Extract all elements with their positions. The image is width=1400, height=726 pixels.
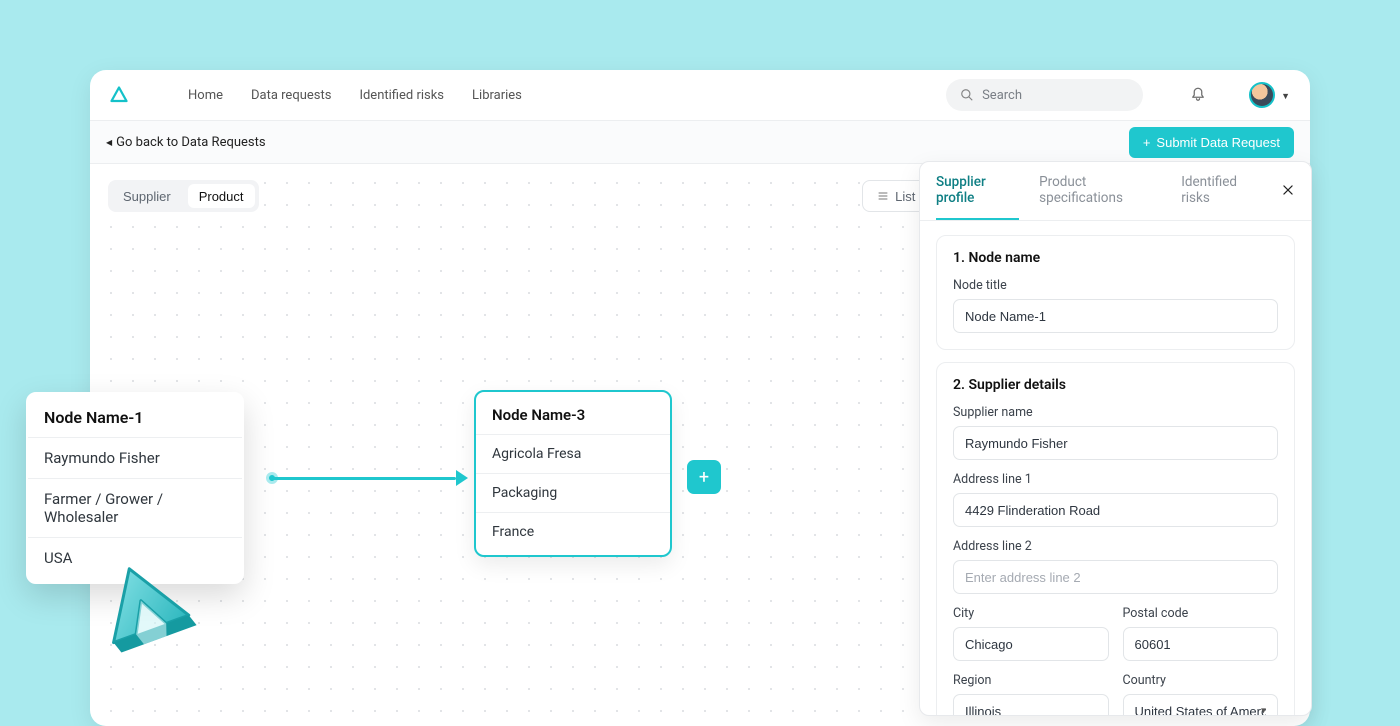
node-title: Node Name-3 <box>476 404 670 434</box>
user-menu[interactable]: ▼ <box>1249 82 1290 108</box>
tab-product-specifications[interactable]: Product specifications <box>1039 174 1161 220</box>
chevron-left-icon: ◀ <box>106 138 112 147</box>
close-icon <box>1281 183 1295 197</box>
postal-input[interactable] <box>1123 627 1279 661</box>
mode-product[interactable]: Product <box>188 184 255 208</box>
chevron-down-icon: ▼ <box>1281 91 1290 102</box>
main-nav: Home Data requests Identified risks Libr… <box>188 88 522 103</box>
avatar <box>1249 82 1275 108</box>
plus-icon: + <box>699 467 709 488</box>
search-icon <box>960 88 974 102</box>
postal-label: Postal code <box>1123 606 1279 621</box>
edge-connector[interactable] <box>272 477 456 480</box>
logo-icon <box>110 86 128 104</box>
node-title: Node Name-1 <box>28 406 242 437</box>
app-logo <box>110 86 128 104</box>
node-title-label: Node title <box>953 278 1278 293</box>
nav-home[interactable]: Home <box>188 88 223 103</box>
panel-body: 1. Node name Node title 2. Supplier deta… <box>920 221 1311 716</box>
app-header: Home Data requests Identified risks Libr… <box>90 70 1310 120</box>
subheader: ◀ Go back to Data Requests + Submit Data… <box>90 120 1310 164</box>
node-row: Packaging <box>476 473 670 512</box>
section-title: 1. Node name <box>953 250 1278 266</box>
nav-data-requests[interactable]: Data requests <box>251 88 331 103</box>
list-icon <box>877 190 889 202</box>
mode-supplier[interactable]: Supplier <box>109 181 185 211</box>
city-label: City <box>953 606 1109 621</box>
section-node-name: 1. Node name Node title <box>936 235 1295 350</box>
tab-supplier-profile[interactable]: Supplier profile <box>936 174 1019 220</box>
nav-identified-risks[interactable]: Identified risks <box>359 88 444 103</box>
mode-toggle: Supplier Product <box>108 180 259 212</box>
supplier-name-label: Supplier name <box>953 405 1278 420</box>
panel-tabs: Supplier profile Product specifications … <box>920 162 1311 221</box>
address1-label: Address line 1 <box>953 472 1278 487</box>
region-input[interactable] <box>953 694 1109 716</box>
section-supplier-details: 2. Supplier details Supplier name Addres… <box>936 362 1295 716</box>
search-placeholder: Search <box>982 88 1022 103</box>
node-row: Farmer / Grower / Wholesaler <box>28 478 242 537</box>
submit-data-request-button[interactable]: + Submit Data Request <box>1129 127 1294 158</box>
close-panel-button[interactable] <box>1281 181 1295 214</box>
node-row: France <box>476 512 670 551</box>
node-row: Raymundo Fisher <box>28 437 242 478</box>
brand-3d-icon <box>85 552 205 672</box>
side-panel: Supplier profile Product specifications … <box>919 161 1312 716</box>
go-back-link[interactable]: ◀ Go back to Data Requests <box>106 135 266 150</box>
plus-icon: + <box>1143 135 1151 150</box>
country-select[interactable] <box>1123 694 1279 716</box>
node-row: Agricola Fresa <box>476 434 670 473</box>
address1-input[interactable] <box>953 493 1278 527</box>
submit-label: Submit Data Request <box>1156 135 1280 150</box>
city-input[interactable] <box>953 627 1109 661</box>
go-back-label: Go back to Data Requests <box>116 135 265 150</box>
edge-arrow-icon <box>456 470 468 486</box>
search-input[interactable]: Search <box>946 79 1143 111</box>
supplier-name-input[interactable] <box>953 426 1278 460</box>
add-node-button[interactable]: + <box>687 460 721 494</box>
address2-input[interactable] <box>953 560 1278 594</box>
region-label: Region <box>953 673 1109 688</box>
tab-identified-risks[interactable]: Identified risks <box>1181 174 1261 220</box>
section-title: 2. Supplier details <box>953 377 1278 393</box>
nav-libraries[interactable]: Libraries <box>472 88 522 103</box>
country-label: Country <box>1123 673 1279 688</box>
notifications-icon[interactable] <box>1189 86 1207 104</box>
address2-label: Address line 2 <box>953 539 1278 554</box>
node-title-input[interactable] <box>953 299 1278 333</box>
node-card-3[interactable]: Node Name-3 Agricola Fresa Packaging Fra… <box>474 390 672 557</box>
